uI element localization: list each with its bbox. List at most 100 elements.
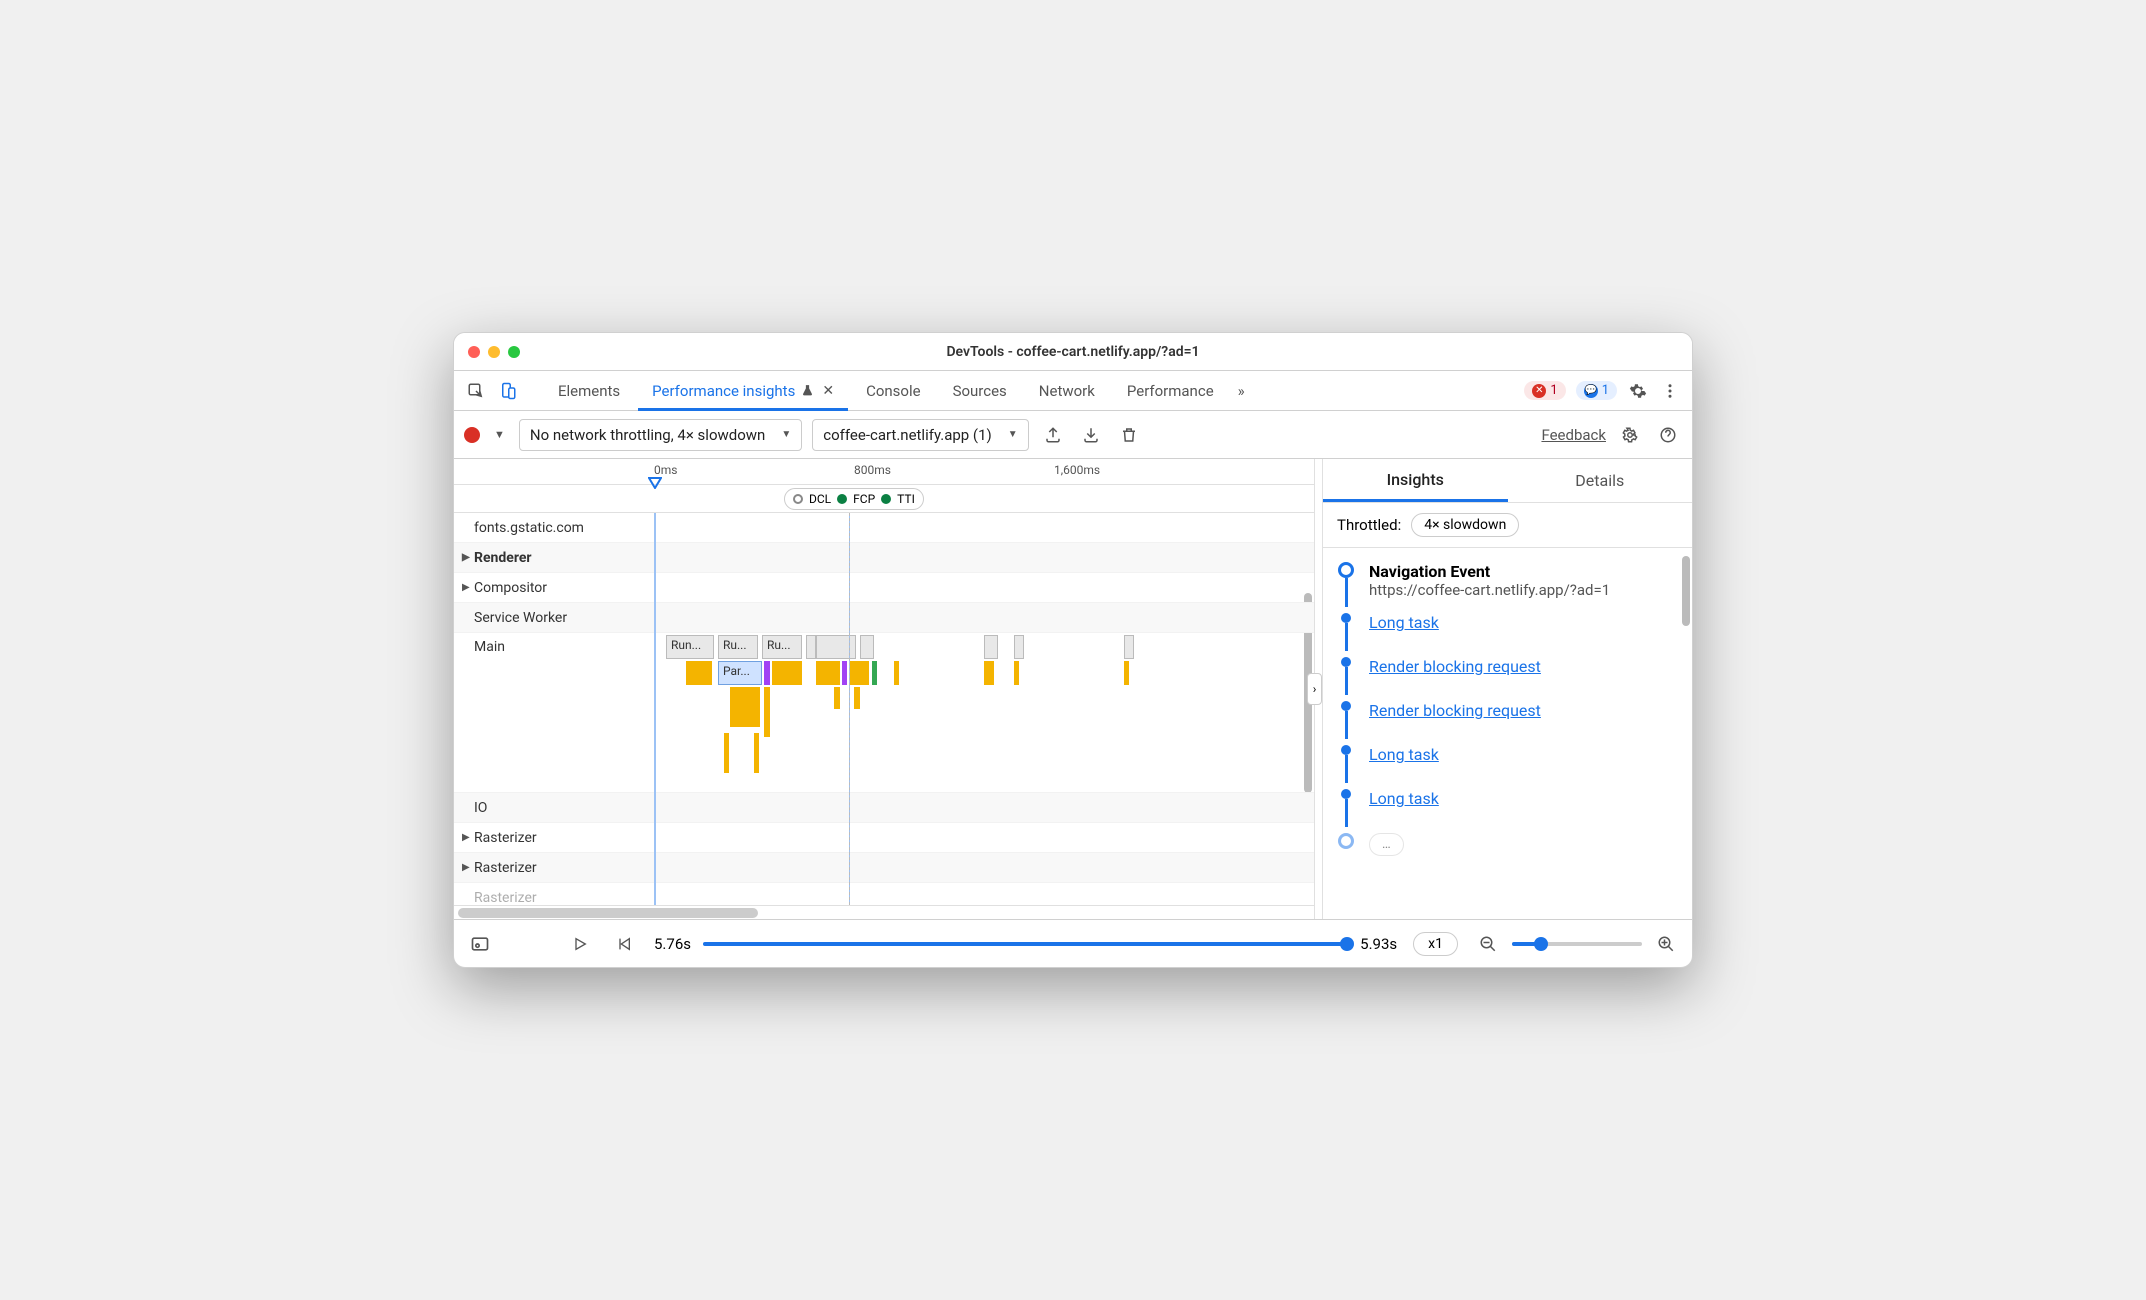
- flame-bar[interactable]: [724, 733, 729, 773]
- close-window-icon[interactable]: [468, 346, 480, 358]
- scrubber-knob[interactable]: [1340, 937, 1354, 951]
- timing-markers[interactable]: DCL FCP TTI: [784, 488, 924, 510]
- flame-bar[interactable]: [1014, 661, 1019, 685]
- track-row[interactable]: Rasterizer: [454, 883, 1314, 905]
- track-row[interactable]: ▶Renderer: [454, 543, 1314, 573]
- scrollbar-thumb[interactable]: [458, 908, 758, 918]
- page-select[interactable]: coffee-cart.netlify.app (1) ▼: [812, 419, 1028, 451]
- flame-bar[interactable]: [764, 661, 770, 685]
- main-area: 0ms 800ms 1,600ms DCL FCP TTI: [454, 459, 1692, 919]
- insight-link[interactable]: Long task: [1369, 613, 1439, 632]
- devtools-window: DevTools - coffee-cart.netlify.app/?ad=1…: [453, 332, 1693, 968]
- flame-bar[interactable]: [872, 661, 877, 685]
- time-ruler[interactable]: 0ms 800ms 1,600ms: [454, 459, 1314, 485]
- task-block[interactable]: [984, 635, 998, 659]
- task-block[interactable]: Run...: [666, 635, 714, 659]
- track-row[interactable]: IO: [454, 793, 1314, 823]
- task-block[interactable]: [860, 635, 874, 659]
- task-block[interactable]: [816, 635, 856, 659]
- device-toolbar-icon[interactable]: [494, 377, 522, 405]
- insights-list[interactable]: Navigation Event https://coffee-cart.net…: [1323, 548, 1692, 919]
- scrubber-track[interactable]: [703, 942, 1348, 946]
- error-count: 1: [1550, 383, 1557, 398]
- task-block[interactable]: [806, 635, 816, 659]
- errors-badge[interactable]: ✕ 1: [1524, 381, 1565, 400]
- throttle-select[interactable]: No network throttling, 4× slowdown ▼: [519, 419, 802, 451]
- task-block[interactable]: [1124, 635, 1134, 659]
- flame-bar[interactable]: [984, 661, 994, 685]
- task-block[interactable]: Par...: [718, 661, 762, 685]
- flame-bar[interactable]: [1124, 661, 1129, 685]
- insight-link[interactable]: Long task: [1369, 789, 1439, 808]
- flame-bar[interactable]: [686, 661, 712, 685]
- insight-link[interactable]: Long task: [1369, 745, 1439, 764]
- insight-link[interactable]: Render blocking request: [1369, 701, 1541, 720]
- flame-bar[interactable]: [842, 661, 847, 685]
- inspect-element-icon[interactable]: [462, 377, 490, 405]
- flame-bar[interactable]: [730, 687, 760, 727]
- rewind-icon[interactable]: [610, 930, 638, 958]
- speed-toggle[interactable]: x1: [1413, 932, 1458, 956]
- event-node-icon: [1338, 833, 1354, 849]
- tab-sources[interactable]: Sources: [939, 371, 1021, 411]
- horizontal-scrollbar[interactable]: [454, 905, 1314, 919]
- zoom-slider[interactable]: [1512, 942, 1642, 946]
- screenshot-toggle-icon[interactable]: [466, 930, 494, 958]
- messages-badge[interactable]: 💬 1: [1576, 381, 1617, 400]
- record-dropdown[interactable]: ▼: [490, 424, 509, 445]
- flame-bar[interactable]: [894, 661, 899, 685]
- flame-bar[interactable]: [849, 661, 869, 685]
- flame-bar[interactable]: [854, 687, 860, 709]
- play-icon[interactable]: [566, 930, 594, 958]
- throttle-pill[interactable]: 4× slowdown: [1411, 513, 1519, 537]
- time-start: 5.76s: [654, 935, 691, 953]
- track-row[interactable]: ▶Compositor: [454, 573, 1314, 603]
- task-block[interactable]: [1014, 635, 1024, 659]
- track-row-main[interactable]: Main Run... Ru... Ru... Par...: [454, 633, 1314, 793]
- zoom-knob[interactable]: [1534, 937, 1548, 951]
- tab-performance-insights[interactable]: Performance insights ✕: [638, 371, 848, 411]
- tab-elements[interactable]: Elements: [544, 371, 634, 411]
- zoom-out-icon[interactable]: [1474, 930, 1502, 958]
- flame-bar[interactable]: [754, 733, 759, 773]
- insight-link[interactable]: Render blocking request: [1369, 657, 1541, 676]
- task-block[interactable]: Ru...: [762, 635, 802, 659]
- track-label: Compositor: [474, 580, 547, 596]
- tracks-area[interactable]: fonts.gstatic.com ▶Renderer ▶Compositor …: [454, 513, 1314, 905]
- export-icon[interactable]: [1039, 421, 1067, 449]
- delete-icon[interactable]: [1115, 421, 1143, 449]
- help-icon[interactable]: [1654, 421, 1682, 449]
- panel-tabs: Elements Performance insights ✕ Console …: [454, 371, 1692, 411]
- tab-network[interactable]: Network: [1025, 371, 1109, 411]
- flame-bar[interactable]: [816, 661, 840, 685]
- pane-gutter: ›: [1314, 459, 1322, 919]
- track-row[interactable]: ▶Rasterizer: [454, 823, 1314, 853]
- track-row[interactable]: ▶Rasterizer: [454, 853, 1314, 883]
- track-row[interactable]: fonts.gstatic.com: [454, 513, 1314, 543]
- flame-bar[interactable]: [764, 687, 770, 737]
- tab-insights[interactable]: Insights: [1323, 459, 1508, 502]
- flame-bar[interactable]: [772, 661, 802, 685]
- more-menu-icon[interactable]: [1656, 377, 1684, 405]
- tab-console[interactable]: Console: [852, 371, 935, 411]
- flame-bar[interactable]: [834, 687, 840, 709]
- collapse-pane-icon[interactable]: ›: [1307, 673, 1322, 705]
- record-button[interactable]: [464, 427, 480, 443]
- minimize-window-icon[interactable]: [488, 346, 500, 358]
- settings-icon[interactable]: [1624, 377, 1652, 405]
- task-block[interactable]: Ru...: [718, 635, 758, 659]
- feedback-link[interactable]: Feedback: [1541, 426, 1606, 444]
- close-tab-icon[interactable]: ✕: [822, 383, 834, 399]
- insights-scrollbar[interactable]: [1682, 556, 1690, 626]
- track-label: Renderer: [474, 550, 532, 566]
- panel-settings-icon[interactable]: [1616, 421, 1644, 449]
- import-icon[interactable]: [1077, 421, 1105, 449]
- zoom-in-icon[interactable]: [1652, 930, 1680, 958]
- tabs-overflow[interactable]: »: [1232, 371, 1251, 411]
- time-scrubber[interactable]: 5.76s 5.93s: [654, 935, 1397, 953]
- maximize-window-icon[interactable]: [508, 346, 520, 358]
- tab-details[interactable]: Details: [1508, 459, 1693, 502]
- track-row[interactable]: Service Worker: [454, 603, 1314, 633]
- tab-performance[interactable]: Performance: [1113, 371, 1228, 411]
- playhead-line[interactable]: [654, 513, 656, 905]
